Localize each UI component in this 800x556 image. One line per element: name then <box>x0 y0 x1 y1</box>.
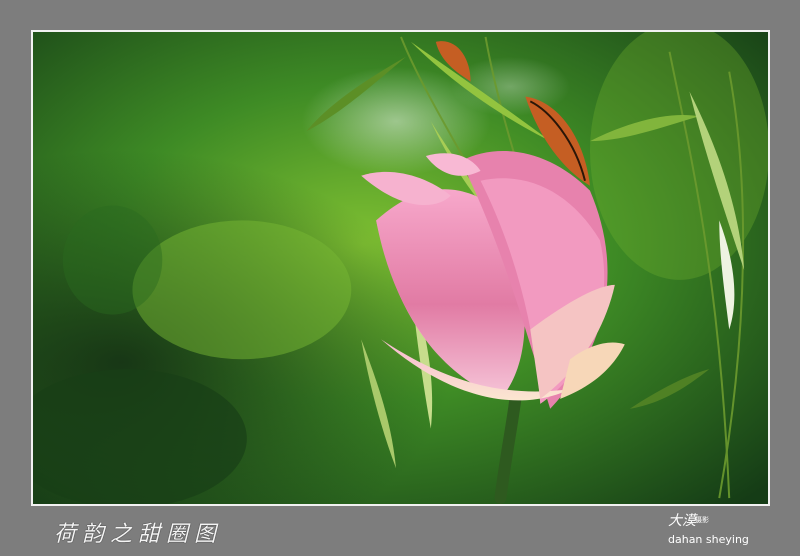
signature-latin: dahan sheying <box>668 533 749 546</box>
signature-name: 大漠 <box>668 513 696 529</box>
photographer-signature: 大漠 摄影 dahan sheying <box>668 510 749 552</box>
photo-caption: 荷韵之甜圈图 <box>54 522 223 547</box>
signature-tag: 摄影 <box>695 516 709 524</box>
lotus-photo <box>33 32 768 504</box>
photo-frame <box>31 30 770 506</box>
